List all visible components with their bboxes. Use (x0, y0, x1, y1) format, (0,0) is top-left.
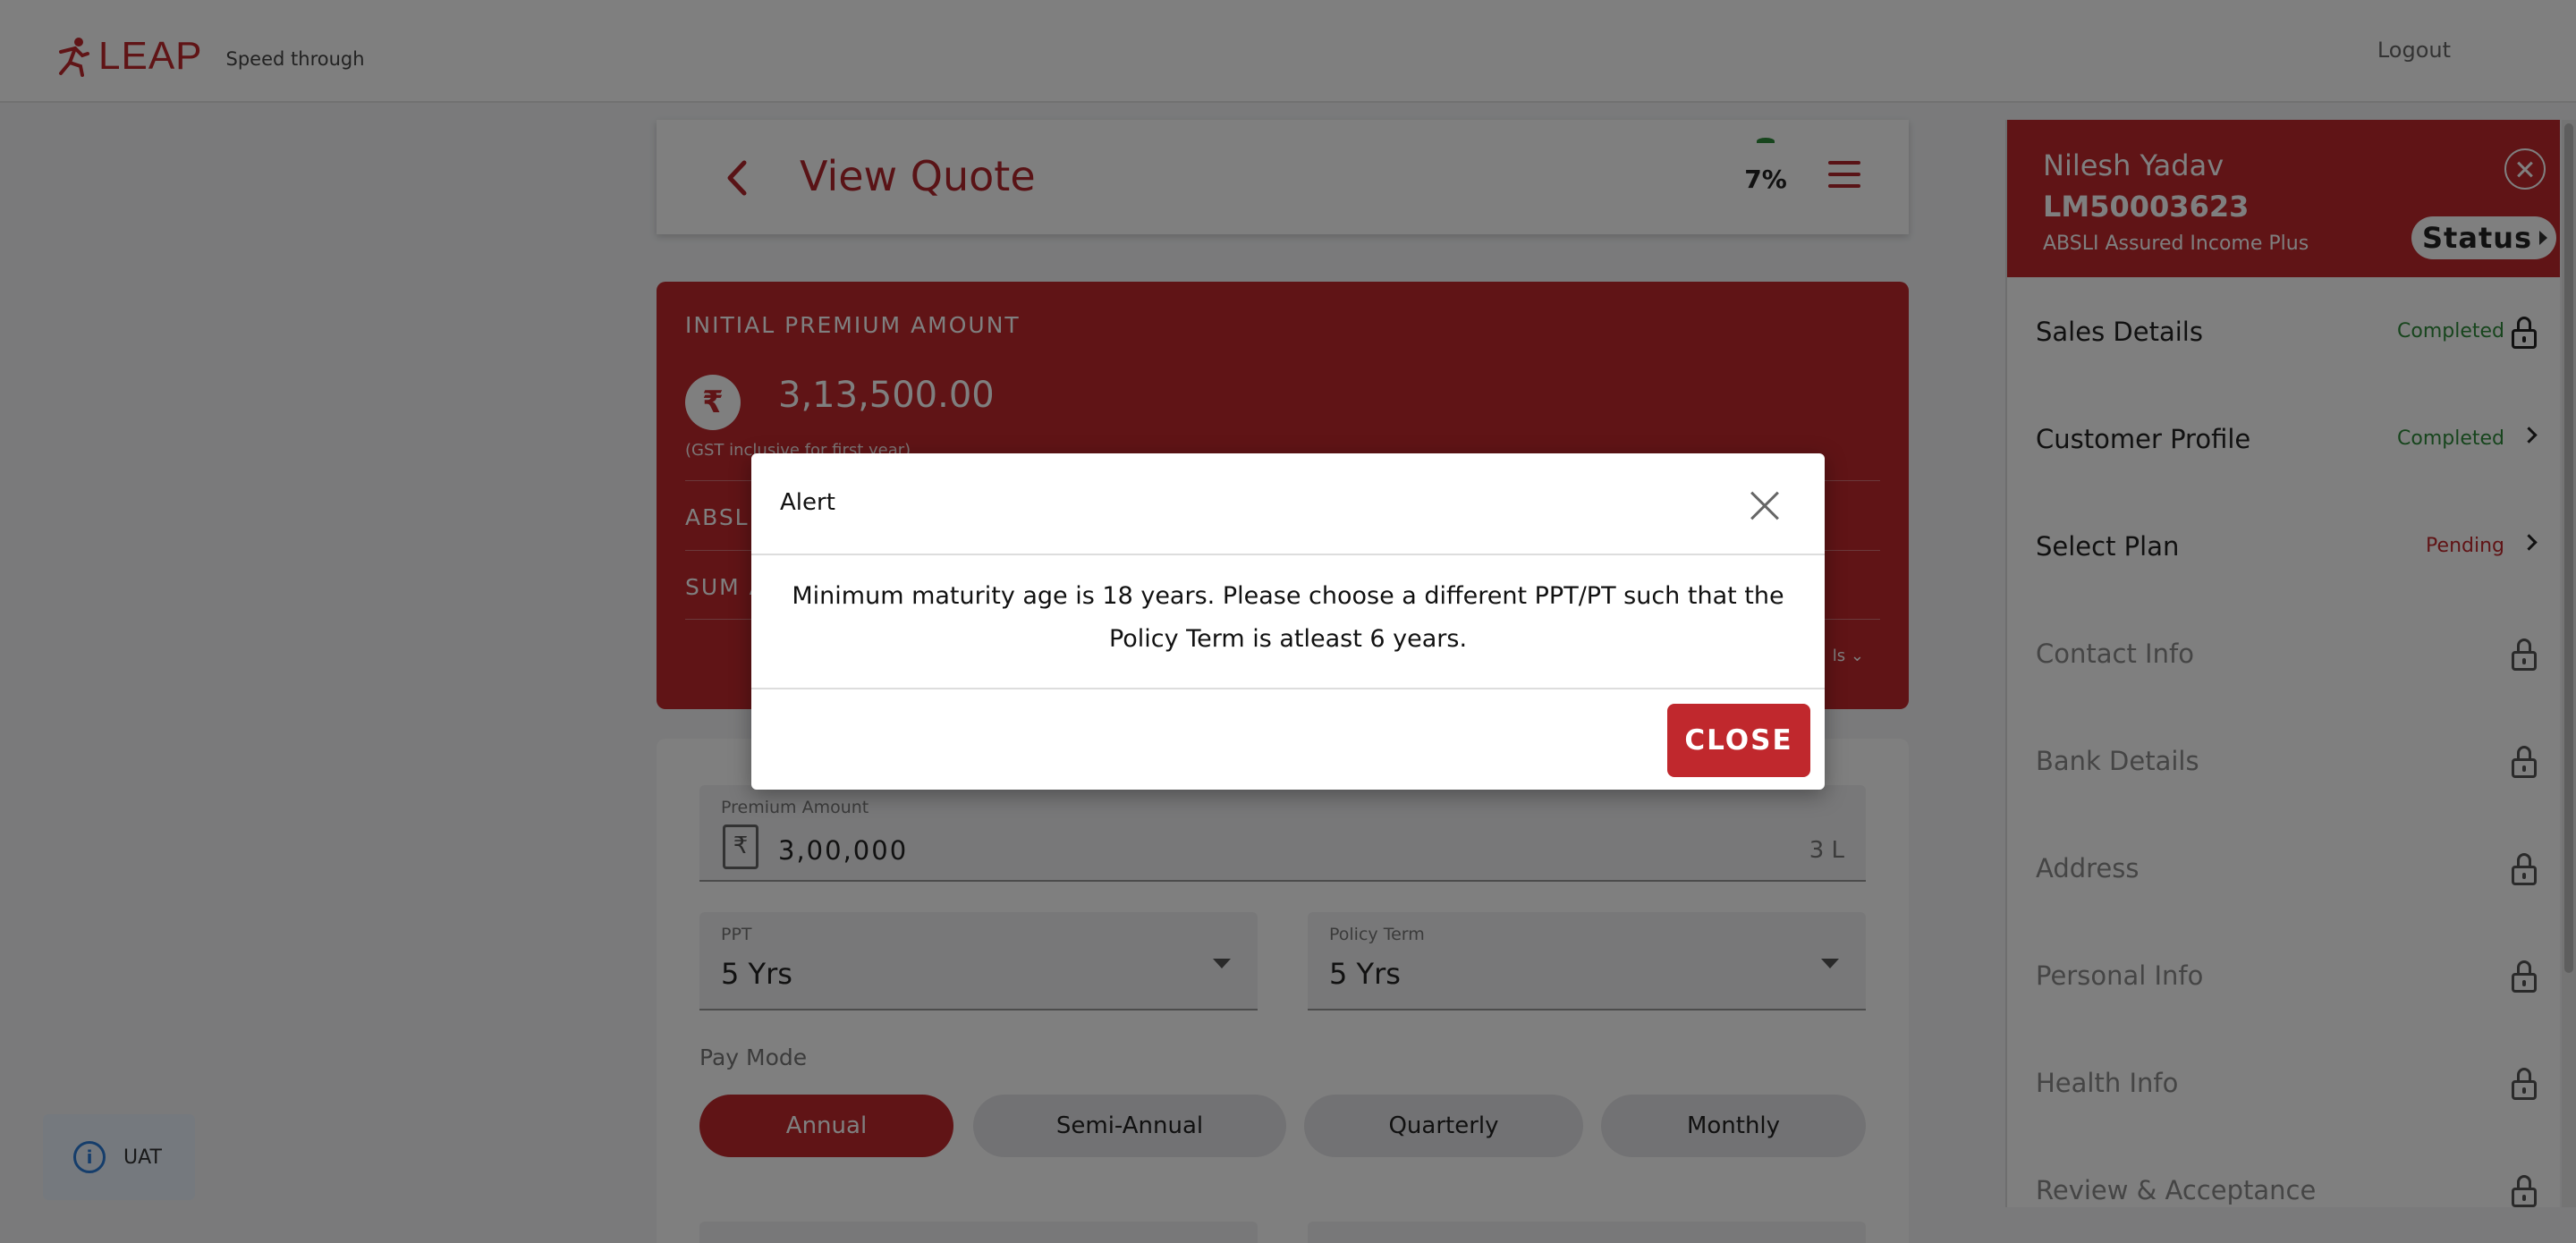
close-button[interactable]: CLOSE (1667, 704, 1810, 777)
dialog-divider (751, 554, 1825, 555)
dialog-message: Minimum maturity age is 18 years. Please… (792, 582, 1784, 653)
dialog-divider (751, 688, 1825, 689)
dialog-title: Alert (780, 489, 835, 516)
alert-dialog: Alert Minimum maturity age is 18 years. … (751, 453, 1825, 790)
close-icon[interactable] (1750, 491, 1780, 521)
